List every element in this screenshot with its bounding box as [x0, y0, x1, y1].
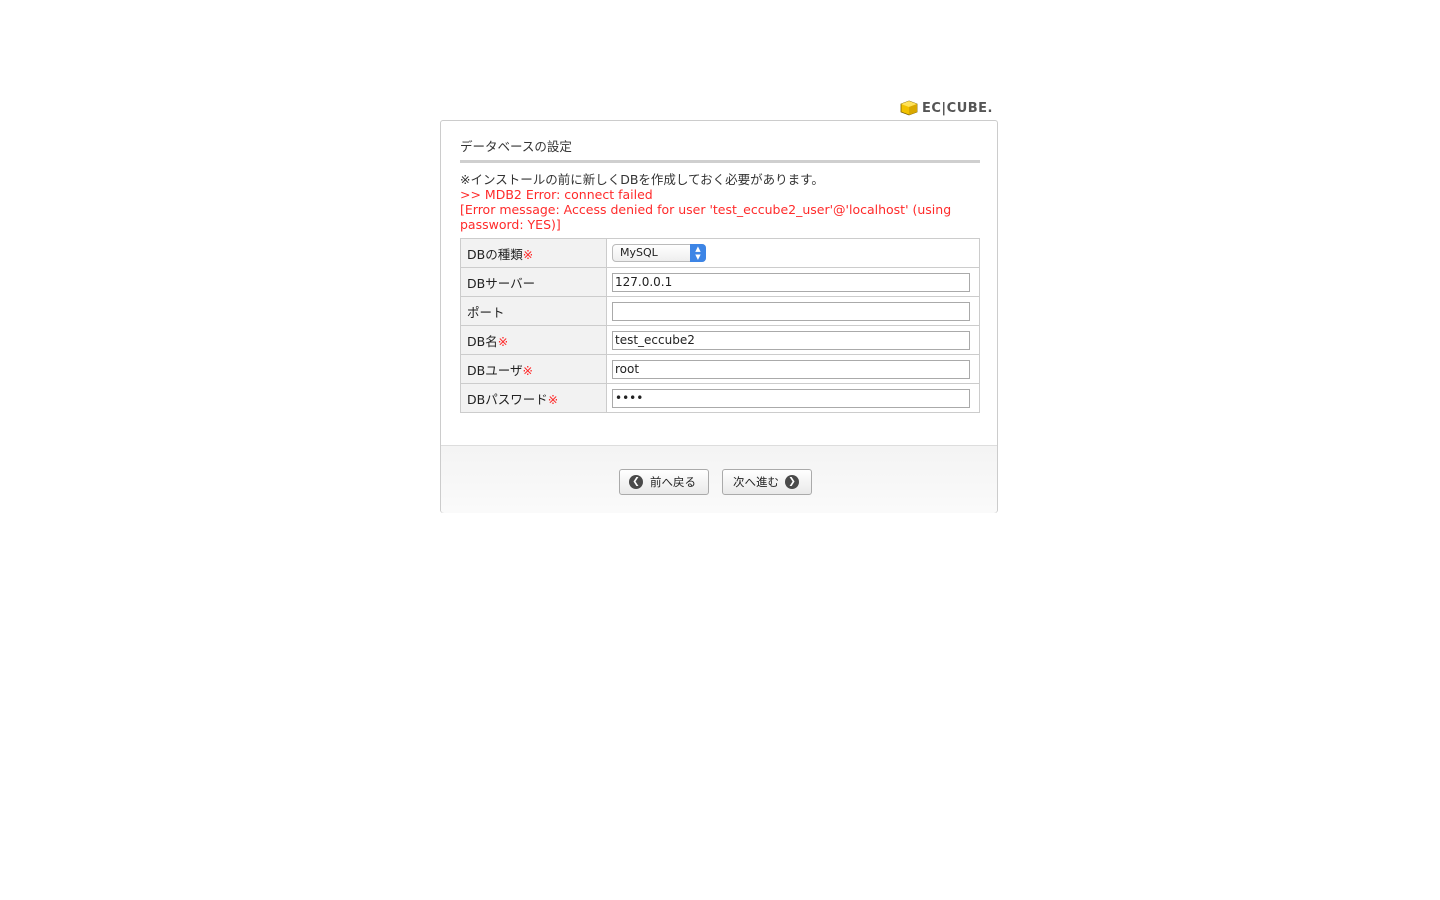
db-server-input[interactable] [612, 272, 970, 292]
form-row-db-server: DBサーバー [460, 267, 980, 297]
db-type-select[interactable]: MySQL ▲ ▼ [612, 244, 706, 262]
port-input[interactable] [612, 301, 970, 321]
back-button-label: 前へ戻る [650, 475, 696, 489]
db-server-label: DBサーバー [460, 267, 607, 297]
form-row-db-type: DBの種類※ MySQL ▲ ▼ [460, 238, 980, 268]
db-password-input[interactable] [612, 388, 970, 408]
next-button[interactable]: 次へ進む ❯ [722, 469, 812, 495]
install-note: ※インストールの前に新しくDBを作成しておく必要があります。 [460, 172, 824, 187]
chevron-left-icon: ❮ [629, 475, 643, 489]
db-user-input[interactable] [612, 359, 970, 379]
next-button-label: 次へ進む [733, 475, 779, 489]
db-name-input[interactable] [612, 330, 970, 350]
required-mark: ※ [547, 391, 559, 407]
required-mark: ※ [497, 333, 509, 349]
eccube-logo: EC|CUBE. [900, 98, 1002, 118]
back-button[interactable]: ❮ 前へ戻る [619, 469, 709, 495]
port-label: ポート [460, 296, 607, 326]
form-row-db-name: DB名※ [460, 325, 980, 355]
required-mark: ※ [522, 246, 534, 262]
db-type-label: DBの種類※ [460, 238, 607, 268]
button-bar: ❮ 前へ戻る 次へ進む ❯ [441, 445, 997, 513]
database-settings-panel: データベースの設定 ※インストールの前に新しくDBを作成しておく必要があります。… [440, 120, 998, 513]
form-row-port: ポート [460, 296, 980, 326]
db-name-label: DB名※ [460, 325, 607, 355]
logo-text: EC|CUBE. [922, 100, 993, 116]
required-mark: ※ [522, 362, 533, 378]
error-message-line2: [Error message: Access denied for user '… [460, 202, 952, 232]
select-updown-icon: ▲ ▼ [690, 244, 706, 262]
form-row-db-password: DBパスワード※ [460, 383, 980, 413]
message-area: ※インストールの前に新しくDBを作成しておく必要があります。 >> MDB2 E… [460, 172, 980, 232]
cube-logo-icon [900, 100, 918, 116]
db-settings-form: DBの種類※ MySQL ▲▼ DBサーバー ポート DB名※ DBユーザ※ D [460, 238, 980, 413]
form-row-db-user: DBユーザ※ [460, 354, 980, 384]
chevron-right-icon: ❯ [785, 475, 799, 489]
error-message-line1: >> MDB2 Error: connect failed [460, 187, 653, 202]
db-user-label: DBユーザ※ [460, 354, 607, 384]
db-type-selected-value: MySQL [620, 246, 658, 259]
db-password-label: DBパスワード※ [460, 383, 607, 413]
page-title: データベースの設定 [460, 139, 980, 163]
